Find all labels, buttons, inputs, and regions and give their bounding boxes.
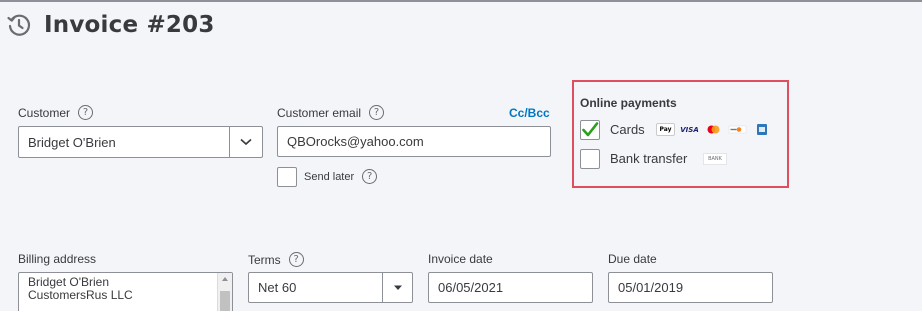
terms-select[interactable]: Net 60 <box>248 272 413 303</box>
billing-address-label: Billing address <box>18 252 97 266</box>
cards-label: Cards <box>610 122 645 137</box>
scroll-up-arrow-icon[interactable] <box>222 277 228 281</box>
customer-value: Bridget O'Brien <box>28 134 116 150</box>
amex-icon <box>752 123 771 136</box>
help-icon[interactable]: ? <box>288 252 304 267</box>
checkmark-icon <box>582 122 599 137</box>
billing-address-textarea[interactable]: Bridget O'Brien CustomersRus LLC <box>18 272 233 311</box>
top-divider <box>0 0 922 2</box>
mastercard-icon <box>704 123 723 136</box>
invoice-header: Invoice #203 <box>6 12 215 38</box>
bank-icon: BANK <box>703 153 727 165</box>
terms-label-row: Terms ? <box>248 252 304 267</box>
visa-icon: VISA <box>680 125 699 134</box>
customer-label-row: Customer ? <box>18 105 94 120</box>
invoice-date-label: Invoice date <box>428 252 493 266</box>
due-date-label: Due date <box>608 252 657 266</box>
terms-label: Terms <box>248 252 281 267</box>
terms-dropdown-button[interactable] <box>382 273 412 302</box>
history-icon[interactable] <box>6 12 32 38</box>
terms-value: Net 60 <box>258 280 297 295</box>
cc-bcc-link[interactable]: Cc/Bcc <box>509 106 550 120</box>
apple-pay-icon: Pay <box>656 123 675 136</box>
scrollbar-thumb[interactable] <box>220 291 230 311</box>
customer-email-input[interactable]: QBOrocks@yahoo.com <box>277 126 551 157</box>
caret-down-icon <box>393 285 402 290</box>
customer-dropdown-button[interactable] <box>229 127 262 157</box>
send-later-checkbox[interactable] <box>277 167 297 187</box>
bank-transfer-label: Bank transfer <box>610 151 688 166</box>
customer-select[interactable]: Bridget O'Brien <box>18 126 263 158</box>
customer-email-label-row: Customer email ? <box>277 105 385 120</box>
vertical-scrollbar[interactable] <box>217 273 232 311</box>
chevron-down-icon <box>240 138 252 146</box>
customer-email-label: Customer email <box>277 105 362 120</box>
invoice-date-input[interactable]: 06/05/2021 <box>428 272 593 303</box>
invoice-date-value: 06/05/2021 <box>438 280 504 295</box>
help-icon[interactable]: ? <box>78 105 94 120</box>
billing-address-line: CustomersRus LLC <box>28 288 133 302</box>
discover-icon <box>728 123 747 136</box>
page-title: Invoice #203 <box>44 12 215 38</box>
customer-email-value: QBOrocks@yahoo.com <box>287 134 424 149</box>
customer-label: Customer <box>18 105 71 120</box>
help-icon[interactable]: ? <box>362 169 378 184</box>
send-later-label: Send later <box>304 170 355 183</box>
send-later-label-row: Send later ? <box>304 169 378 184</box>
bank-transfer-checkbox[interactable] <box>580 149 600 169</box>
due-date-input[interactable]: 05/01/2019 <box>608 272 773 303</box>
card-brand-icons: Pay VISA <box>656 123 771 136</box>
help-icon[interactable]: ? <box>369 105 385 120</box>
due-date-value: 05/01/2019 <box>618 280 684 295</box>
online-payments-title: Online payments <box>580 96 677 110</box>
cards-checkbox[interactable] <box>580 120 600 140</box>
